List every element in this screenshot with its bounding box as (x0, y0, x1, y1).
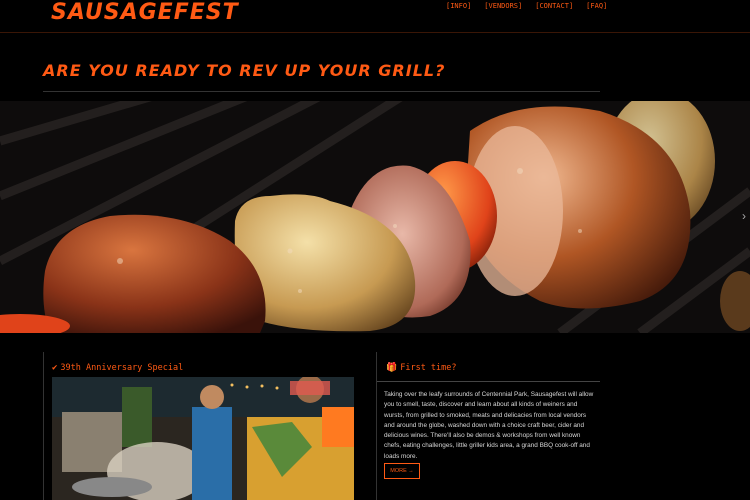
carousel-next-icon[interactable]: › (742, 209, 746, 223)
site-logo[interactable]: SAUSAGEFEST (51, 0, 239, 26)
nav-info[interactable]: [INFO] (446, 1, 471, 11)
first-time-body: Taking over the leafy surrounds of Cente… (384, 391, 594, 460)
column-divider-left (43, 352, 44, 500)
first-time-divider (377, 381, 600, 382)
anniversary-title-text: 39th Anniversary Special (60, 363, 184, 373)
check-icon: ✔ (52, 363, 58, 373)
anniversary-photo (52, 377, 354, 500)
column-divider-right (376, 352, 377, 500)
crowd-cooking-photo (52, 377, 354, 500)
nav-faq[interactable]: [FAQ] (586, 1, 607, 11)
page-headline: ARE YOU READY TO REV UP YOUR GRILL? (43, 61, 446, 80)
anniversary-title: ✔ 39th Anniversary Special (52, 362, 183, 374)
more-button[interactable]: MORE → (384, 463, 420, 479)
nav-vendors[interactable]: [VENDORS] (484, 1, 522, 11)
hero-image: › (0, 101, 750, 333)
first-time-title: 🎁 First time? (386, 362, 457, 374)
top-bar: SAUSAGEFEST [INFO] [VENDORS] [CONTACT] [… (0, 0, 750, 33)
nav-contact[interactable]: [CONTACT] (535, 1, 573, 11)
divider (43, 91, 600, 92)
sausage-skewer-photo (0, 101, 750, 333)
gift-icon: 🎁 (386, 363, 398, 373)
first-time-title-text: First time? (400, 363, 457, 373)
main-nav: [INFO] [VENDORS] [CONTACT] [FAQ] (446, 1, 607, 11)
